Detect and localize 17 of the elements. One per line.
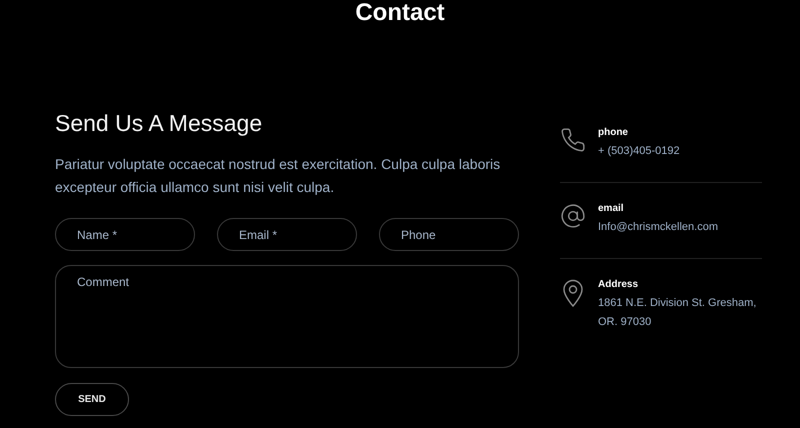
comment-field[interactable]: Comment xyxy=(55,265,519,368)
form-heading: Send Us A Message xyxy=(55,109,264,138)
contact-label: email xyxy=(598,202,625,216)
page-title: Contact xyxy=(354,0,446,25)
send-button[interactable]: SEND xyxy=(55,383,129,416)
contact-value: + (503)405-0192 xyxy=(598,144,681,159)
input-field[interactable]: Email * xyxy=(217,218,357,251)
intro-text: Pariatur voluptate occaecat nostrud est exercitation. Culpa culpa laboris excepteur officia ullamco sunt nisi velit culpa. xyxy=(55,155,502,197)
contact-label: phone xyxy=(598,126,629,140)
contact-value: 1861 N.E. Division St. Gresham, OR. 97030 xyxy=(598,296,758,330)
phone-icon xyxy=(560,127,586,153)
at-sign-icon xyxy=(560,203,586,229)
contact-value: Info@chrismckellen.com xyxy=(598,220,719,235)
map-pin-icon xyxy=(562,279,584,307)
contact-label: Address xyxy=(598,278,640,292)
input-field[interactable]: Phone xyxy=(379,218,519,251)
input-field[interactable]: Name * xyxy=(55,218,195,251)
